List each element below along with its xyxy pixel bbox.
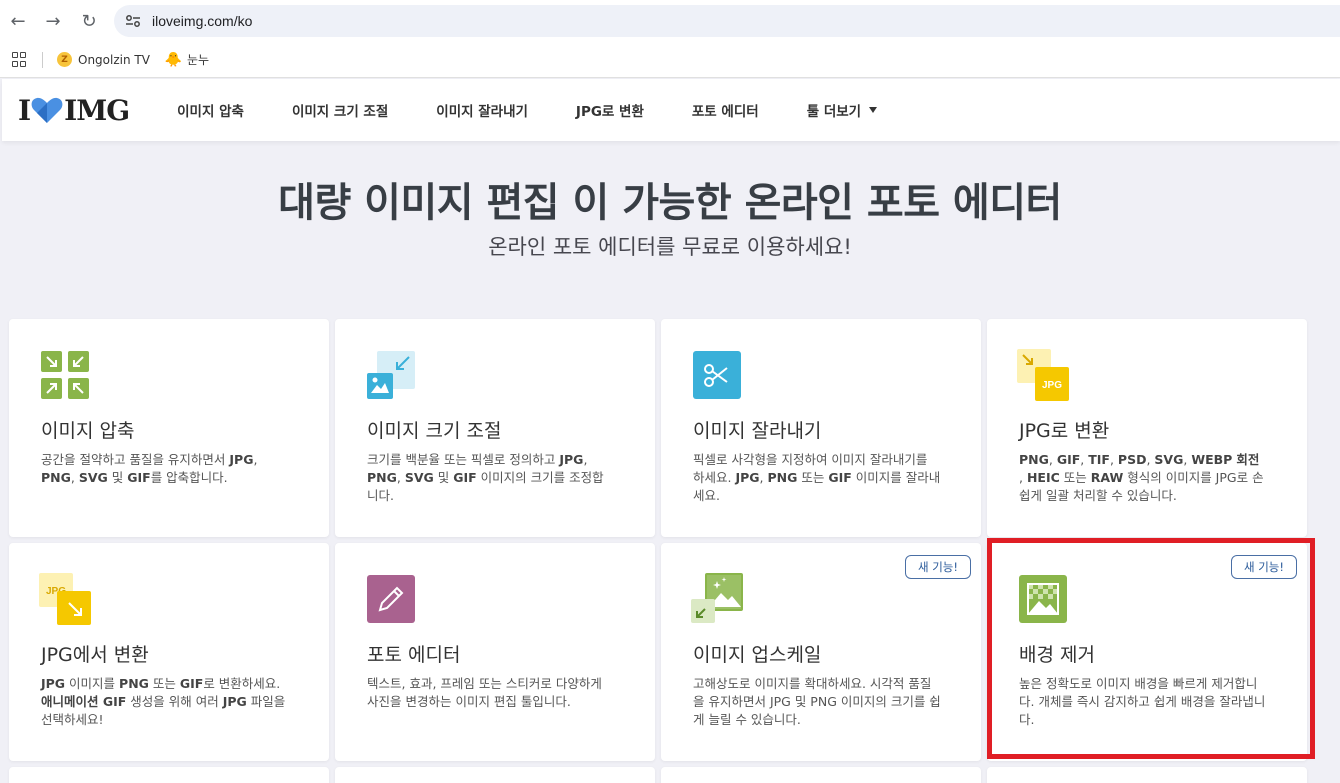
tool-title: 이미지 압축 <box>41 420 135 442</box>
resize-icon <box>367 351 415 399</box>
tool-title: 이미지 크기 조절 <box>367 420 502 442</box>
bookmark-label: 눈누 <box>186 53 210 67</box>
site-settings-icon[interactable] <box>124 12 142 30</box>
menu-more-label: 툴 더보기 <box>806 104 862 120</box>
tool-card-crop[interactable]: 이미지 잘라내기 픽셀로 사각형을 지정하여 이미지 잘라내기를 하세요. JP… <box>661 319 981 537</box>
chick-favicon-icon: 🐥 <box>164 51 183 68</box>
scissors-icon <box>693 351 741 399</box>
tool-title: 배경 제거 <box>1019 644 1095 666</box>
bookmark-label: Ongolzin TV <box>78 52 150 67</box>
bookmarks-divider <box>42 51 43 68</box>
menu-photo-editor[interactable]: 포토 에디터 <box>692 100 759 120</box>
pencil-icon <box>367 575 415 623</box>
tool-card-partial[interactable] <box>661 767 981 783</box>
new-feature-badge: 새 기능! <box>1230 555 1297 579</box>
menu-convert-to-jpg[interactable]: JPG로 변환 <box>576 100 644 120</box>
site-header: I IMG 이미지 압축 이미지 크기 조절 이미지 잘라내기 JPG로 변환 … <box>2 79 1340 141</box>
url-text[interactable]: iloveimg.com/ko <box>152 13 252 29</box>
tool-card-photo-editor[interactable]: 포토 에디터 텍스트, 효과, 프레임 또는 스티커로 다양하게 사진을 변경하… <box>335 543 655 761</box>
menu-crop[interactable]: 이미지 잘라내기 <box>436 100 528 120</box>
tool-title: JPG로 변환 <box>1019 420 1110 442</box>
upscale-icon <box>691 573 743 623</box>
tool-title: 이미지 업스케일 <box>693 644 822 666</box>
tool-title: JPG에서 변환 <box>41 644 149 666</box>
caret-down-icon <box>869 107 878 113</box>
tool-card-resize[interactable]: 이미지 크기 조절 크기를 백분율 또는 픽셀로 정의하고 JPG, PNG, … <box>335 319 655 537</box>
tool-card-convert-to-jpg[interactable]: JPG JPG로 변환 PNG, GIF, TIF, PSD, SVG, WEB… <box>987 319 1307 537</box>
menu-resize[interactable]: 이미지 크기 조절 <box>292 100 388 120</box>
from-jpg-icon: JPG <box>39 573 91 625</box>
main-menu: 이미지 압축 이미지 크기 조절 이미지 잘라내기 JPG로 변환 포토 에디터… <box>177 100 925 120</box>
tool-card-partial[interactable] <box>335 767 655 783</box>
bookmark-noonnu[interactable]: 🐥 눈누 <box>164 51 210 68</box>
heart-icon <box>31 97 63 123</box>
tool-card-upscale[interactable]: 새 기능! 이미지 업스케일 고해상도로 이미지를 확대하세요. 시각적 품질을… <box>661 543 981 761</box>
page-title: 대량 이미지 편집 이 가능한 온라인 포토 에디터 <box>278 180 1062 226</box>
tool-card-compress[interactable]: 이미지 압축 공간을 절약하고 품질을 유지하면서 JPG, PNG, SVG … <box>9 319 329 537</box>
tool-description: JPG 이미지를 PNG 또는 GIF로 변환하세요. 애니메이션 GIF 생성… <box>41 676 286 727</box>
tool-title: 이미지 잘라내기 <box>693 420 822 442</box>
tool-description: 공간을 절약하고 품질을 유지하면서 JPG, PNG, SVG 및 GIF를 … <box>41 452 258 485</box>
compress-icon <box>41 351 89 399</box>
reload-icon[interactable]: ↻ <box>71 3 107 39</box>
tool-title: 포토 에디터 <box>367 644 461 666</box>
iloveimg-logo[interactable]: I IMG <box>18 93 130 127</box>
tool-card-remove-background[interactable]: 새 기능! 배경 제거 높은 정확도로 이미지 배경을 빠르게 제거합니다. 개… <box>987 543 1307 761</box>
svg-text:JPG: JPG <box>1042 380 1062 391</box>
back-icon[interactable]: ← <box>0 3 36 39</box>
tool-card-partial[interactable] <box>9 767 329 783</box>
apps-grid-icon[interactable] <box>12 51 28 68</box>
tool-description: 크기를 백분율 또는 픽셀로 정의하고 JPG, PNG, SVG 및 GIF … <box>367 452 604 503</box>
menu-compress[interactable]: 이미지 압축 <box>177 100 244 120</box>
menu-more-tools[interactable]: 툴 더보기 <box>806 100 878 120</box>
page-subtitle: 온라인 포토 에디터를 무료로 이용하세요! <box>488 235 852 259</box>
tool-card-from-jpg[interactable]: JPG JPG에서 변환 JPG 이미지를 PNG 또는 GIF로 변환하세요.… <box>9 543 329 761</box>
tool-description: PNG, GIF, TIF, PSD, SVG, WEBP 회전 , HEIC … <box>1019 452 1264 503</box>
logo-letter: I <box>18 93 31 127</box>
address-bar[interactable]: iloveimg.com/ko <box>114 5 1340 37</box>
browser-toolbar: ← → ↻ iloveimg.com/ko <box>0 0 1340 42</box>
tool-description: 고해상도로 이미지를 확대하세요. 시각적 품질을 유지하면서 JPG 및 PN… <box>693 676 941 727</box>
forward-icon[interactable]: → <box>35 3 71 39</box>
tool-description: 텍스트, 효과, 프레임 또는 스티커로 다양하게 사진을 변경하는 이미지 편… <box>367 676 602 709</box>
to-jpg-icon: JPG <box>1017 349 1069 401</box>
tool-description: 픽셀로 사각형을 지정하여 이미지 잘라내기를 하세요. JPG, PNG 또는… <box>693 452 941 503</box>
ongolzin-favicon-icon: Z <box>57 52 72 67</box>
tool-description: 높은 정확도로 이미지 배경을 빠르게 제거합니다. 개체를 즉시 감지하고 쉽… <box>1019 676 1266 727</box>
tool-card-partial[interactable] <box>987 767 1307 783</box>
logo-text: IMG <box>64 93 130 127</box>
bookmark-ongolzin-tv[interactable]: Z Ongolzin TV <box>57 52 150 67</box>
bookmarks-bar: Z Ongolzin TV 🐥 눈누 <box>0 42 1340 78</box>
remove-background-icon <box>1019 575 1067 623</box>
new-feature-badge: 새 기능! <box>904 555 971 579</box>
